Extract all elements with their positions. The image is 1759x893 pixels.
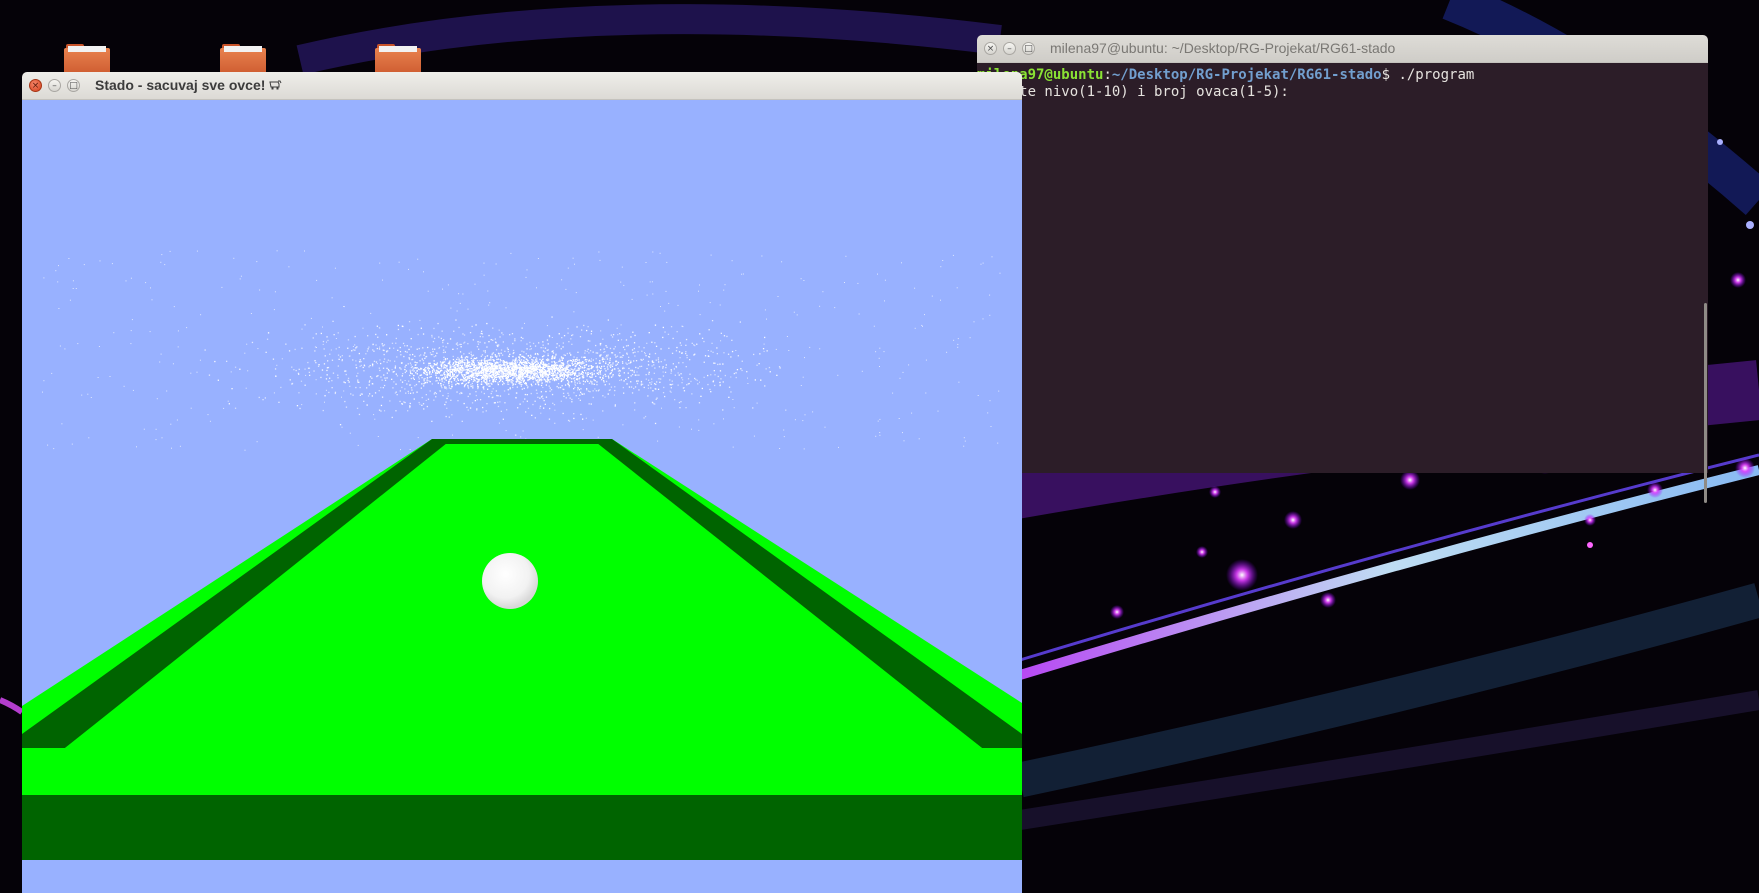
terminal-window[interactable]: × – □ milena97@ubuntu: ~/Desktop/RG-Proj… (977, 35, 1708, 503)
terminal-output[interactable]: milena97@ubuntu:~/Desktop/RG-Projekat/RG… (977, 63, 1708, 503)
terminal-command: ./program (1398, 67, 1475, 83)
minimize-button[interactable]: – (48, 79, 61, 92)
terminal-scrollbar[interactable] (1704, 303, 1707, 503)
sheep-ball (482, 553, 538, 609)
close-button[interactable]: × (29, 79, 42, 92)
prompt-separator: : (1103, 67, 1112, 83)
terminal-title-bar[interactable]: × – □ milena97@ubuntu: ~/Desktop/RG-Proj… (977, 35, 1708, 63)
game-window[interactable]: × – □ Stado - sacuvaj sve ovce! (22, 72, 1022, 893)
back-wall (432, 439, 612, 444)
maximize-button[interactable]: □ (67, 79, 80, 92)
sheep-icon (269, 80, 282, 90)
sky-bottom (22, 860, 1022, 893)
game-title-text: Stado - sacuvaj sve ovce! (95, 77, 270, 93)
game-title-bar[interactable]: × – □ Stado - sacuvaj sve ovce! (22, 72, 1022, 100)
close-button[interactable]: × (984, 42, 997, 55)
minimize-button[interactable]: – (1003, 42, 1016, 55)
game-viewport[interactable] (22, 100, 1022, 893)
maximize-button[interactable]: □ (1022, 42, 1035, 55)
prompt-path: ~/Desktop/RG-Projekat/RG61-stado (1111, 67, 1382, 83)
terminal-title: milena97@ubuntu: ~/Desktop/RG-Projekat/R… (1050, 40, 1396, 56)
terminal-prompt-line: milena97@ubuntu:~/Desktop/RG-Projekat/RG… (977, 67, 1474, 84)
game-title: Stado - sacuvaj sve ovce! (95, 72, 282, 99)
terminal-output-line: Unesite nivo(1-10) i broj ovaca(1-5): (977, 84, 1289, 100)
front-wall (22, 795, 1022, 860)
prompt-dollar: $ (1381, 67, 1399, 83)
